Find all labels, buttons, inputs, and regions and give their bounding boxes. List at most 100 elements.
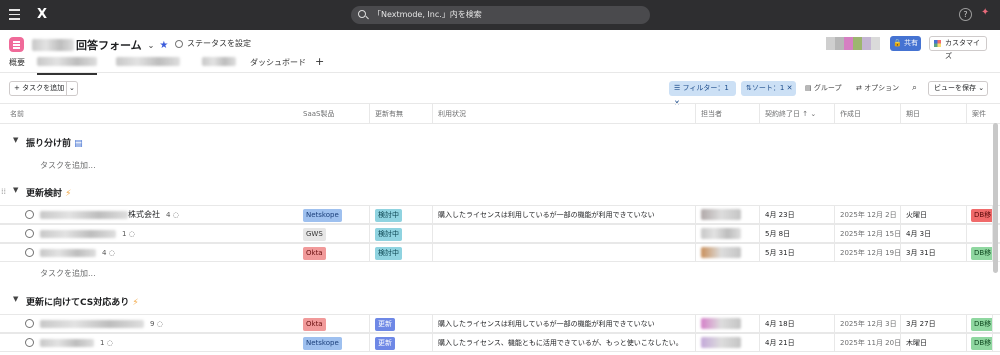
assignee-cell[interactable] [696, 225, 760, 243]
tab-board[interactable] [116, 57, 180, 68]
comment-count: 1 ◌ [100, 334, 113, 352]
update-cell[interactable]: 検討中 [370, 206, 433, 224]
column-name[interactable]: 名前 [5, 104, 298, 124]
tab-timeline[interactable] [202, 57, 236, 68]
assignee-cell[interactable] [696, 315, 760, 333]
complete-checkbox-icon[interactable] [25, 210, 34, 219]
task-name[interactable]: 株式会社 4 ◌ [40, 206, 179, 224]
redacted-text [40, 211, 128, 219]
add-task-button[interactable]: + タスクを追加 ⌄ [9, 81, 78, 96]
due-cell[interactable]: 3月 31日 [901, 244, 967, 262]
column-end-date[interactable]: 契約終了日 ↑ ⌄ [760, 104, 835, 124]
close-icon[interactable]: ✕ [787, 84, 793, 92]
saas-cell[interactable]: Netskope [298, 206, 370, 224]
update-cell[interactable]: 検討中 [370, 244, 433, 262]
collapse-icon[interactable]: ▼ [13, 186, 18, 194]
filter-button[interactable]: ☰ フィルター：1 ✕ [669, 81, 736, 107]
redacted-tab-label [202, 57, 236, 66]
chevron-down-icon[interactable]: ⌄ [810, 110, 816, 118]
update-cell[interactable]: 検討中 [370, 225, 433, 243]
end-date-cell[interactable]: 5月 31日 [760, 244, 835, 262]
chevron-down-icon[interactable]: ⌄ [148, 41, 155, 50]
customize-button[interactable]: カスタマイズ [929, 36, 987, 60]
group-button[interactable]: ▤ グループ [805, 81, 841, 96]
update-cell[interactable]: 更新 [370, 334, 433, 352]
tab-dashboard[interactable]: ダッシュボード [250, 57, 306, 68]
complete-checkbox-icon[interactable] [25, 338, 34, 347]
usage-cell[interactable] [433, 225, 696, 243]
saas-cell[interactable]: Okta [298, 244, 370, 262]
column-case[interactable]: 案件 [967, 104, 997, 124]
tab-list[interactable] [37, 57, 97, 75]
share-button[interactable]: 🔒 共有 [890, 36, 921, 51]
comment-count-text: 4 [102, 249, 107, 257]
chevron-down-icon[interactable]: ⌄ [978, 84, 984, 92]
assignee-cell[interactable] [696, 244, 760, 262]
task-name[interactable]: 1 ◌ [40, 225, 135, 243]
add-task-link[interactable]: タスクを追加... [40, 160, 96, 171]
collapse-icon[interactable]: ▼ [13, 136, 18, 144]
end-date-cell[interactable]: 4月 21日 [760, 334, 835, 352]
column-update[interactable]: 更新有無 [370, 104, 433, 124]
due-cell[interactable]: 3月 27日 [901, 315, 967, 333]
tab-overview[interactable]: 概要 [9, 57, 25, 68]
column-assignee[interactable]: 担当者 [696, 104, 760, 124]
case-cell[interactable]: DB移 [967, 315, 993, 333]
task-name[interactable]: 9 ◌ [40, 315, 163, 333]
case-cell[interactable] [967, 225, 993, 243]
options-button[interactable]: ⇄ オプション [856, 81, 899, 96]
star-icon[interactable]: ★ [159, 40, 168, 51]
table-row[interactable]: 1 ◌ Netskope 更新 購入したライセンス、機能ともに活用できているが、… [0, 333, 1000, 352]
complete-checkbox-icon[interactable] [25, 319, 34, 328]
case-cell[interactable]: DB移 [967, 206, 993, 224]
add-tab-button[interactable]: + [315, 55, 324, 68]
usage-cell[interactable]: 購入したライセンス、機能ともに活用できているが、もっと使いこなしたい。 [433, 334, 696, 352]
help-icon[interactable]: ? [959, 8, 972, 21]
task-name[interactable]: 1 ◌ [40, 334, 113, 352]
column-created[interactable]: 作成日 [835, 104, 901, 124]
table-row[interactable]: 1 ◌ GWS 検討中 5月 8日 2025年 12月 15日 4月 3日 [0, 224, 1000, 243]
vertical-scrollbar[interactable] [993, 123, 998, 273]
column-saas[interactable]: SaaS製品 [298, 104, 370, 124]
search-icon[interactable]: ⌕ [912, 81, 917, 96]
avatar [701, 318, 741, 329]
collapse-icon[interactable]: ▼ [13, 295, 18, 303]
add-task-link[interactable]: タスクを追加... [40, 268, 96, 279]
assignee-cell[interactable] [696, 206, 760, 224]
due-cell[interactable]: 4月 3日 [901, 225, 967, 243]
member-avatars[interactable] [826, 37, 880, 50]
ai-sparkle-icon[interactable]: ✦ [981, 7, 989, 18]
table-row[interactable]: 株式会社 4 ◌ Netskope 検討中 購入したライセンスは利用しているが一部… [0, 205, 1000, 224]
usage-cell[interactable]: 購入したライセンスは利用しているが一部の機能が利用できていない [433, 206, 696, 224]
case-cell[interactable]: DB移 [967, 244, 993, 262]
complete-checkbox-icon[interactable] [25, 229, 34, 238]
chevron-down-icon[interactable]: ⌄ [69, 82, 75, 95]
usage-cell[interactable]: 購入したライセンスは利用しているが一部の機能が利用できていない [433, 315, 696, 333]
app-logo[interactable]: X [37, 7, 47, 22]
column-usage[interactable]: 利用状況 [433, 104, 696, 124]
sort-button[interactable]: ⇅ソート：1 ✕ [741, 81, 796, 96]
task-name[interactable]: 4 ◌ [40, 244, 115, 262]
project-title[interactable]: 回答フォーム ⌄ ★ [32, 37, 168, 53]
assignee-cell[interactable] [696, 334, 760, 352]
table-row[interactable]: 4 ◌ Okta 検討中 5月 31日 2025年 12月 19日 3月 31日… [0, 243, 1000, 262]
menu-icon[interactable] [9, 9, 20, 20]
complete-checkbox-icon[interactable] [25, 248, 34, 257]
saas-cell[interactable]: Netskope [298, 334, 370, 352]
usage-cell[interactable] [433, 244, 696, 262]
case-cell[interactable]: DB移 [967, 334, 993, 352]
update-cell[interactable]: 更新 [370, 315, 433, 333]
column-due[interactable]: 期日 [901, 104, 967, 124]
saas-cell[interactable]: GWS [298, 225, 370, 243]
search-input[interactable]: 「Nextmode, Inc.」内を検索 [351, 6, 650, 24]
saas-cell[interactable]: Okta [298, 315, 370, 333]
drag-handle-icon[interactable]: ⁞⁞ [1, 187, 6, 196]
end-date-cell[interactable]: 4月 18日 [760, 315, 835, 333]
table-row[interactable]: 9 ◌ Okta 更新 購入したライセンスは利用しているが一部の機能が利用できて… [0, 314, 1000, 333]
due-cell[interactable]: 火曜日 [901, 206, 967, 224]
end-date-cell[interactable]: 5月 8日 [760, 225, 835, 243]
set-status-button[interactable]: ステータスを設定 [175, 38, 251, 49]
due-cell[interactable]: 木曜日 [901, 334, 967, 352]
save-view-button[interactable]: ビューを保存 ⌄ [928, 81, 988, 96]
end-date-cell[interactable]: 4月 23日 [760, 206, 835, 224]
